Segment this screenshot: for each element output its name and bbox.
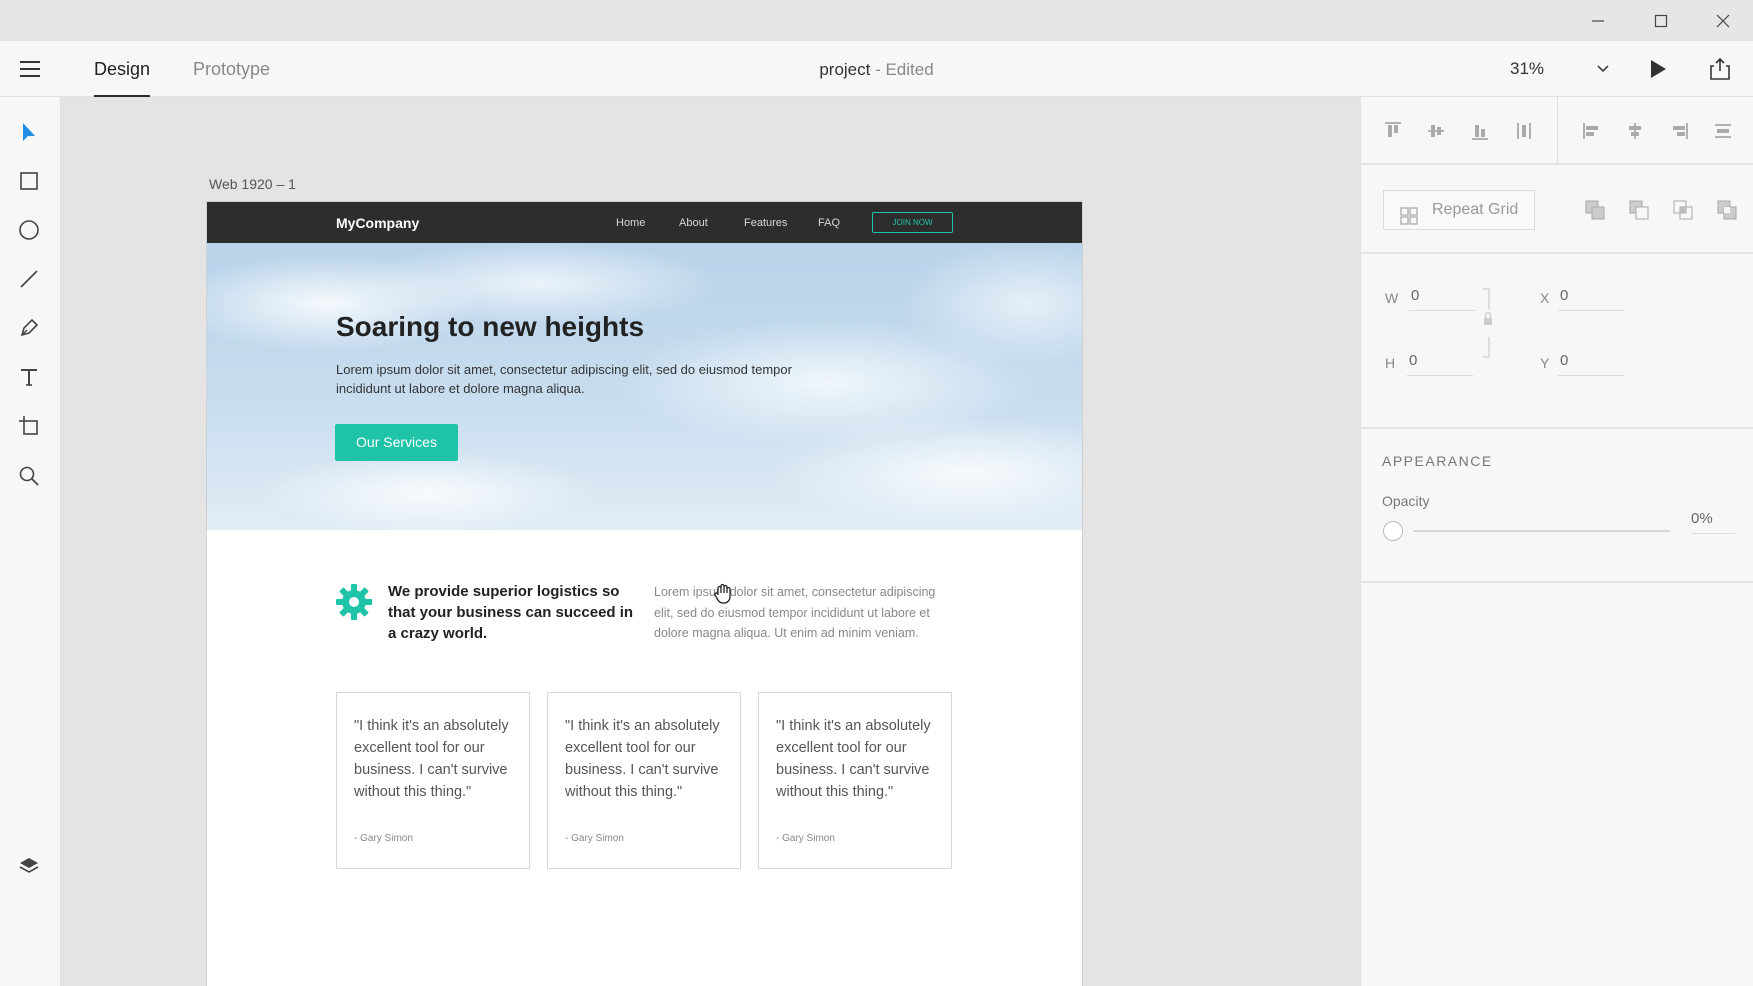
hamburger-icon[interactable]	[18, 58, 42, 80]
gear-icon[interactable]	[335, 583, 373, 621]
width-input[interactable]: 0	[1409, 287, 1475, 311]
testimonial-author: - Gary Simon	[776, 833, 835, 844]
site-navbar[interactable]: MyCompany Home About Features FAQ JOIN N…	[207, 202, 1082, 243]
repeat-grid-button[interactable]: Repeat Grid	[1383, 190, 1535, 230]
zoom-icon[interactable]	[16, 463, 42, 489]
testimonial-card[interactable]: "I think it's an absolutely excellent to…	[547, 692, 741, 869]
maximize-icon[interactable]	[1630, 0, 1692, 41]
opacity-slider-knob[interactable]	[1383, 521, 1403, 541]
testimonial-card[interactable]: "I think it's an absolutely excellent to…	[336, 692, 530, 869]
ellipse-icon[interactable]	[16, 217, 42, 243]
opacity-slider-track[interactable]	[1413, 530, 1670, 532]
distribute-horizontal-icon[interactable]	[1711, 119, 1735, 143]
artboard-icon[interactable]	[16, 413, 42, 439]
align-bottom-icon[interactable]	[1468, 119, 1492, 143]
zoom-value: 31%	[1510, 59, 1545, 78]
rectangle-icon[interactable]	[16, 168, 42, 194]
panel-divider	[1361, 581, 1753, 583]
x-input[interactable]: 0	[1558, 287, 1624, 311]
lock-icon[interactable]	[1481, 287, 1495, 366]
hero-text[interactable]: Lorem ipsum dolor sit amet, consectetur …	[336, 360, 796, 398]
panel-divider	[1361, 163, 1753, 165]
site-nav-faq[interactable]: FAQ	[818, 217, 840, 229]
feature-title[interactable]: We provide superior logistics so that yo…	[388, 581, 638, 644]
tab-design[interactable]: Design	[94, 59, 151, 97]
testimonial-quote: "I think it's an absolutely excellent to…	[354, 718, 509, 800]
appearance-heading: APPEARANCE	[1382, 453, 1493, 469]
x-label: X	[1540, 290, 1550, 306]
exclude-icon[interactable]	[1716, 199, 1738, 221]
artboard-label[interactable]: Web 1920 – 1	[209, 176, 296, 192]
height-label: H	[1385, 355, 1396, 371]
testimonial-author: - Gary Simon	[354, 833, 413, 844]
site-nav-about[interactable]: About	[679, 217, 708, 229]
hero-cta-button[interactable]: Our Services	[335, 424, 458, 461]
width-label: W	[1385, 290, 1399, 306]
select-icon[interactable]	[16, 119, 42, 145]
layers-icon[interactable]	[16, 853, 42, 879]
site-brand[interactable]: MyCompany	[336, 215, 419, 231]
opacity-label: Opacity	[1382, 493, 1430, 509]
minimize-icon[interactable]	[1567, 0, 1629, 41]
height-input[interactable]: 0	[1407, 352, 1473, 376]
zoom-dropdown[interactable]: 31%	[1510, 59, 1610, 83]
canvas[interactable]: Web 1920 – 1 MyCompany Home About Featur…	[61, 97, 1360, 986]
top-toolbar: Design Prototype project - Edited 31%	[0, 41, 1753, 97]
title-bar	[0, 0, 1753, 41]
distribute-vertical-icon[interactable]	[1512, 119, 1536, 143]
align-right-icon[interactable]	[1667, 119, 1691, 143]
repeat-grid-label: Repeat Grid	[1432, 201, 1519, 218]
testimonial-author: - Gary Simon	[565, 833, 624, 844]
align-middle-icon[interactable]	[1424, 119, 1448, 143]
tool-rail	[0, 97, 61, 986]
site-hero[interactable]: Soaring to new heights Lorem ipsum dolor…	[207, 243, 1082, 530]
add-icon[interactable]	[1584, 199, 1606, 221]
text-icon[interactable]	[16, 364, 42, 390]
intersect-icon[interactable]	[1672, 199, 1694, 221]
tab-prototype[interactable]: Prototype	[193, 59, 270, 97]
panel-divider	[1361, 252, 1753, 254]
play-icon[interactable]	[1646, 57, 1670, 81]
hand-cursor-icon	[713, 583, 733, 605]
document-status: - Edited	[870, 60, 934, 79]
y-input[interactable]: 0	[1558, 352, 1624, 376]
panel-divider	[1361, 427, 1753, 429]
grid-icon	[1400, 202, 1418, 240]
artboard[interactable]: MyCompany Home About Features FAQ JOIN N…	[207, 202, 1082, 986]
pen-icon[interactable]	[16, 315, 42, 341]
site-join-button[interactable]: JOIN NOW	[872, 212, 953, 233]
site-nav-features[interactable]: Features	[744, 217, 787, 229]
opacity-input[interactable]: 0%	[1691, 510, 1735, 534]
line-icon[interactable]	[16, 266, 42, 292]
testimonial-card[interactable]: "I think it's an absolutely excellent to…	[758, 692, 952, 869]
feature-text[interactable]: Lorem ipsum dolor sit amet, consectetur …	[654, 582, 954, 644]
align-top-icon[interactable]	[1381, 119, 1405, 143]
close-icon[interactable]	[1692, 0, 1753, 41]
hero-title[interactable]: Soaring to new heights	[336, 311, 644, 343]
property-panel: Repeat Grid W 0 H 0 X 0 Y 0 APPEARANCE O…	[1360, 97, 1753, 986]
subtract-icon[interactable]	[1628, 199, 1650, 221]
chevron-down-icon	[1596, 61, 1610, 81]
panel-divider	[1557, 97, 1558, 163]
site-nav-home[interactable]: Home	[616, 217, 645, 229]
align-left-icon[interactable]	[1580, 119, 1604, 143]
document-name: project	[819, 60, 871, 79]
align-center-icon[interactable]	[1623, 119, 1647, 143]
share-icon[interactable]	[1708, 56, 1732, 82]
testimonial-quote: "I think it's an absolutely excellent to…	[565, 718, 720, 800]
testimonial-quote: "I think it's an absolutely excellent to…	[776, 718, 931, 800]
y-label: Y	[1540, 355, 1550, 371]
